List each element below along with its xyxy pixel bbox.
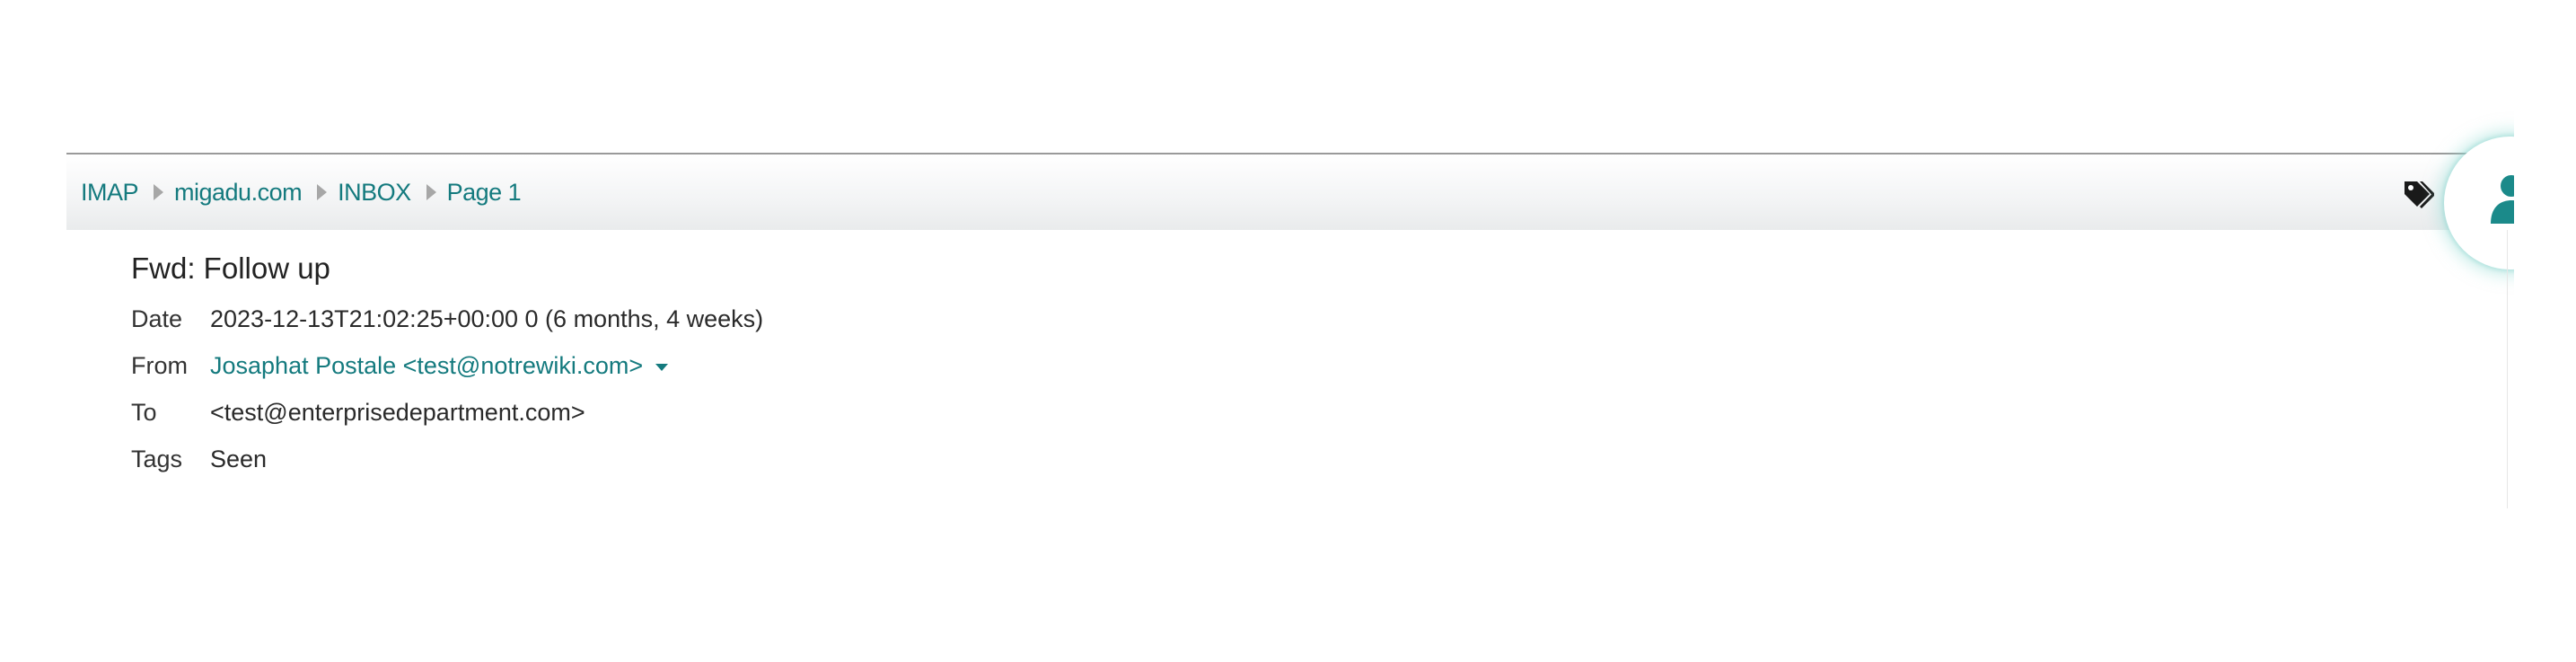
- from-sender-link[interactable]: Josaphat Postale <test@notrewiki.com>: [210, 352, 669, 380]
- tags-row: Tags Seen: [131, 446, 267, 473]
- tags-value: Seen: [210, 446, 268, 472]
- to-label: To: [131, 399, 157, 426]
- breadcrumb-folder[interactable]: INBOX: [338, 179, 411, 207]
- to-row: To <test@enterprisedepartment.com>: [131, 399, 585, 427]
- date-row: Date 2023-12-13T21:02:25+00:00 0 (6 mont…: [131, 305, 763, 333]
- message-toolbar: IMAP migadu.com INBOX Page 1: [66, 153, 2509, 230]
- tags-label: Tags: [131, 446, 183, 472]
- breadcrumb-imap[interactable]: IMAP: [81, 179, 139, 207]
- from-label: From: [131, 352, 188, 379]
- content-divider: [2507, 230, 2508, 508]
- from-row: From Josaphat Postale <test@notrewiki.co…: [131, 352, 669, 380]
- add-contact-button[interactable]: [2444, 137, 2514, 269]
- date-label: Date: [131, 305, 183, 332]
- date-value: 2023-12-13T21:02:25+00:00 0 (6 months, 4…: [210, 305, 764, 332]
- breadcrumb-page[interactable]: Page 1: [447, 179, 522, 207]
- to-value: <test@enterprisedepartment.com>: [210, 399, 585, 426]
- add-contact-icon: [2491, 175, 2514, 224]
- breadcrumb-account[interactable]: migadu.com: [174, 179, 303, 207]
- breadcrumb-separator-icon: [154, 184, 164, 200]
- message-view: IMAP migadu.com INBOX Page 1 Fwd: Follow…: [66, 137, 2514, 512]
- from-value: Josaphat Postale <test@notrewiki.com>: [210, 352, 644, 379]
- breadcrumb: IMAP migadu.com INBOX Page 1: [81, 154, 522, 230]
- message-subject: Fwd: Follow up: [131, 252, 330, 285]
- breadcrumb-separator-icon: [426, 184, 436, 200]
- chevron-down-icon[interactable]: [655, 363, 669, 371]
- tag-icon[interactable]: [2396, 178, 2435, 214]
- breadcrumb-separator-icon: [317, 184, 328, 200]
